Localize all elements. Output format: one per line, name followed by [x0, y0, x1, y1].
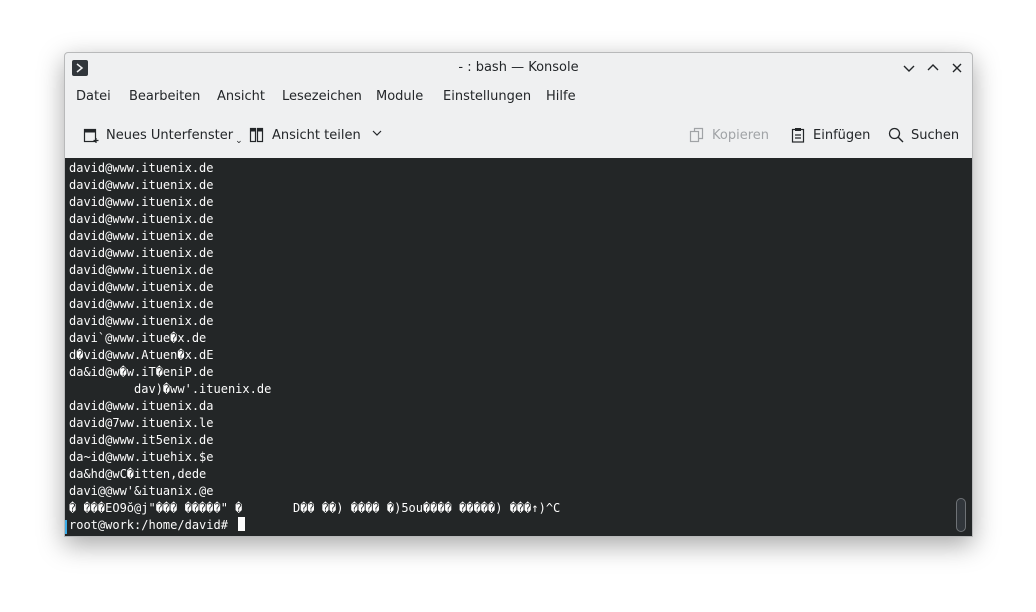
- menu-module[interactable]: Module: [376, 89, 423, 104]
- menu-einstellungen[interactable]: Einstellungen: [443, 89, 531, 104]
- terminal-line: david@www.ituenix.de: [69, 297, 214, 311]
- menu-bar: Datei Bearbeiten Ansicht Lesezeichen Mod…: [65, 86, 972, 110]
- terminal-view[interactable]: david@www.ituenix.de david@www.ituenix.de…: [65, 158, 972, 536]
- terminal-line: david@www.ituenix.de: [69, 263, 214, 277]
- menu-hilfe[interactable]: Hilfe: [546, 89, 576, 104]
- terminal-line: da~id@www.ituehix.$e: [69, 450, 214, 464]
- terminal-line: davi`@www.itue�x.de: [69, 331, 207, 345]
- maximize-button[interactable]: [924, 59, 942, 77]
- paste-icon: [789, 126, 807, 144]
- terminal-line: david@www.ituenix.de: [69, 246, 214, 260]
- find-label: Suchen: [911, 127, 960, 143]
- close-button[interactable]: [948, 59, 966, 77]
- text-cursor: [238, 517, 246, 531]
- copy-icon: [688, 126, 706, 144]
- terminal-line: david@www.ituenix.de: [69, 229, 214, 243]
- terminal-line: david@www.ituenix.de: [69, 178, 214, 192]
- title-bar[interactable]: - : bash — Konsole: [65, 53, 972, 83]
- split-view-icon: [248, 126, 266, 144]
- terminal-line: � ���EO9ŏ@j"��� �����" � D�� ��) ���� �)…: [69, 501, 561, 515]
- search-icon: [887, 126, 905, 144]
- terminal-line: david@www.ituenix.de: [69, 314, 214, 328]
- terminal-line: d�vid@www.Atuen�x.dE: [69, 348, 214, 362]
- copy-label: Kopieren: [712, 127, 769, 143]
- terminal-prompt-line[interactable]: root@work:/home/david#: [69, 517, 560, 534]
- menu-lesezeichen[interactable]: Lesezeichen: [282, 89, 362, 104]
- minimize-button[interactable]: [900, 59, 918, 77]
- terminal-output: david@www.ituenix.de david@www.ituenix.de…: [69, 160, 560, 534]
- copy-button[interactable]: Kopieren: [688, 117, 769, 153]
- terminal-line: david@www.it5enix.de: [69, 433, 214, 447]
- chevron-up-icon: [927, 64, 939, 71]
- chevron-down-icon: [371, 127, 383, 143]
- menu-bearbeiten[interactable]: Bearbeiten: [129, 89, 200, 104]
- menu-ansicht[interactable]: Ansicht: [217, 89, 265, 104]
- paste-button[interactable]: Einfügen: [789, 117, 870, 153]
- terminal-line: david@7ww.ituenix.le: [69, 416, 214, 430]
- main-toolbar: Neues Unterfenster ⌄ Ansicht teilen Kopi…: [65, 117, 972, 153]
- terminal-line: davi@@ww'&ituanix.@e: [69, 484, 214, 498]
- window-title: - : bash — Konsole: [458, 60, 579, 75]
- terminal-line: david@www.ituenix.de: [69, 161, 214, 175]
- konsole-window: - : bash — Konsole Datei Bearbeiten Ansi…: [64, 52, 973, 537]
- chevron-down-icon: [903, 65, 915, 72]
- terminal-line: david@www.ituenix.de: [69, 195, 214, 209]
- chevron-down-small-icon: ⌄: [235, 136, 243, 146]
- shell-prompt: root@work:/home/david#: [69, 518, 236, 532]
- split-view-button[interactable]: Ansicht teilen: [248, 117, 383, 153]
- split-view-label: Ansicht teilen: [272, 127, 361, 143]
- active-line-marker: [65, 520, 67, 534]
- terminal-line: david@www.ituenix.de: [69, 212, 214, 226]
- find-button[interactable]: Suchen: [887, 117, 959, 153]
- new-tab-label: Neues Unterfenster: [106, 127, 234, 143]
- new-tab-icon: [82, 126, 100, 144]
- paste-label: Einfügen: [813, 127, 871, 143]
- close-icon: [952, 63, 962, 73]
- menu-datei[interactable]: Datei: [76, 89, 111, 104]
- new-tab-button[interactable]: Neues Unterfenster ⌄: [82, 117, 243, 153]
- terminal-line: david@www.ituenix.da: [69, 399, 214, 413]
- terminal-scrollbar[interactable]: [956, 498, 966, 532]
- terminal-line: dav)�ww'.ituenix.de: [69, 382, 272, 396]
- terminal-line: da&hd@wC�itten,dede: [69, 467, 207, 481]
- terminal-line: david@www.ituenix.de: [69, 280, 214, 294]
- terminal-line: da&id@w�w.iT�eniP.de: [69, 365, 214, 379]
